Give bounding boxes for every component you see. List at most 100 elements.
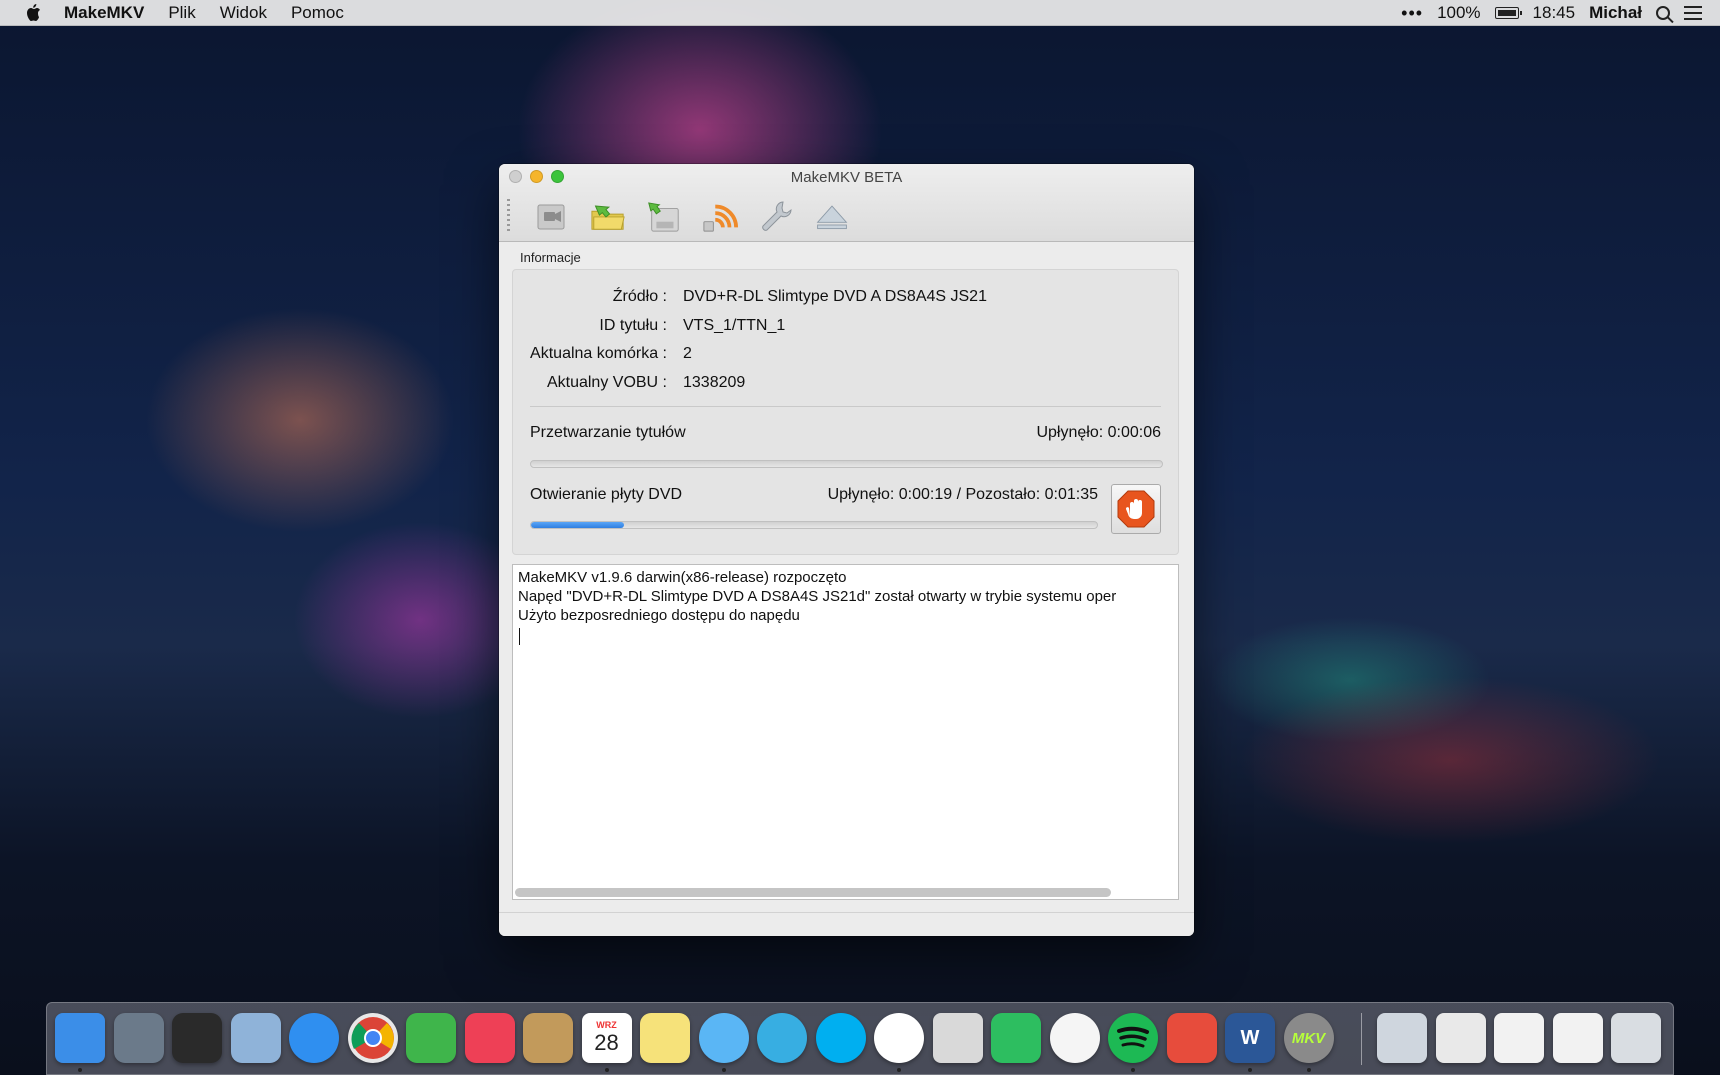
dock-screenshots-stack-icon[interactable] xyxy=(1552,1013,1603,1063)
menu-plik[interactable]: Plik xyxy=(168,3,195,23)
dock-running-indicator xyxy=(604,1068,609,1072)
dock-photo-booth-icon[interactable] xyxy=(172,1013,222,1063)
dock-finder-icon[interactable] xyxy=(55,1013,105,1063)
info-value-vobu: 1338209 xyxy=(683,374,746,391)
disc-progress-fill xyxy=(531,522,625,528)
stop-button[interactable] xyxy=(1111,484,1161,534)
log-line: MakeMKV v1.9.6 darwin(x86-release) rozpo… xyxy=(518,569,847,586)
apple-menu-icon[interactable] xyxy=(22,2,44,24)
dock-makemkv-icon[interactable]: MKV xyxy=(1283,1013,1334,1063)
more-status-icon[interactable]: ••• xyxy=(1401,3,1423,24)
dock-running-indicator xyxy=(1306,1068,1311,1072)
folder-arrow-icon xyxy=(591,205,625,230)
dock-running-indicator xyxy=(897,1068,901,1072)
dock-contacts-icon[interactable] xyxy=(523,1013,573,1063)
toolbar-grip xyxy=(507,199,510,233)
dock-skype-icon[interactable] xyxy=(815,1013,866,1063)
dock-mail-icon[interactable] xyxy=(230,1013,281,1063)
makemkv-letters: MKV xyxy=(1291,1029,1326,1047)
dock: WRZ 28 W MKV xyxy=(46,1002,1674,1075)
dock-evernote-icon[interactable] xyxy=(991,1013,1041,1063)
calendar-day: 28 xyxy=(594,1030,619,1055)
title-progress-time: Upłynęło: 0:00:06 xyxy=(1036,424,1161,441)
makemkv-window: MakeMKV BETA Informacje Źródło: DVD+R-D… xyxy=(499,164,1194,936)
save-button[interactable] xyxy=(646,198,682,234)
dock-word-icon[interactable]: W xyxy=(1225,1013,1275,1063)
stop-hand-icon xyxy=(1117,490,1155,528)
title-progress-label: Przetwarzanie tytułów xyxy=(530,424,686,441)
info-row-source: Źródło : DVD+R-DL Slimtype DVD A DS8A4S … xyxy=(513,288,1180,308)
dock-downloads-stack-icon[interactable] xyxy=(1494,1013,1544,1063)
spotlight-icon[interactable] xyxy=(1656,6,1670,20)
dock-preview-icon[interactable] xyxy=(932,1013,983,1063)
log-line: Napęd "DVD+R-DL Slimtype DVD A DS8A4S JS… xyxy=(518,588,1117,605)
dock-feedly-icon[interactable] xyxy=(406,1013,456,1063)
dock-notes-icon[interactable] xyxy=(640,1013,690,1063)
info-row-cell: Aktualna komórka : 2 xyxy=(513,345,1180,365)
info-row-vobu: Aktualny VOBU : 1338209 xyxy=(513,374,1180,394)
stream-button[interactable] xyxy=(702,198,738,234)
info-label-vobu: Aktualny VOBU : xyxy=(546,374,667,391)
eject-icon xyxy=(816,205,848,230)
dock-running-indicator xyxy=(78,1068,82,1072)
dock-telegram-icon[interactable] xyxy=(757,1013,807,1063)
dock-running-indicator xyxy=(1131,1068,1135,1072)
disc-progress-label: Otwieranie płyty DVD xyxy=(530,486,683,503)
dock-spotify-icon[interactable] xyxy=(1108,1013,1158,1063)
window-title: MakeMKV BETA xyxy=(790,169,903,186)
menu-bar: MakeMKV Plik Widok Pomoc ••• 100% 18:45 … xyxy=(0,0,1720,26)
info-row-title-id: ID tytułu : VTS_1/TTN_1 xyxy=(513,317,1180,337)
dock-safari-icon[interactable] xyxy=(289,1013,339,1063)
dock-launchpad-icon[interactable] xyxy=(113,1013,164,1063)
dock-messenger-icon[interactable] xyxy=(874,1013,924,1063)
notification-center-icon[interactable] xyxy=(1684,6,1702,20)
text-caret xyxy=(519,628,520,645)
dock-calendar-icon[interactable]: WRZ 28 xyxy=(581,1013,632,1063)
calendar-month: WRZ xyxy=(596,1020,617,1030)
horizontal-scrollbar[interactable] xyxy=(515,888,1111,897)
dock-messages-icon[interactable] xyxy=(698,1013,749,1063)
battery-icon[interactable] xyxy=(1494,7,1522,19)
log-output[interactable]: MakeMKV v1.9.6 darwin(x86-release) rozpo… xyxy=(512,564,1179,900)
title-progress-bar xyxy=(530,460,1163,468)
disc-progress-bar xyxy=(530,521,1098,529)
dock-separator xyxy=(1361,1013,1362,1065)
dock-running-indicator xyxy=(721,1068,726,1072)
dock-transmit-icon[interactable] xyxy=(1166,1013,1217,1063)
info-value-source: DVD+R-DL Slimtype DVD A DS8A4S JS21 xyxy=(683,288,987,305)
info-label-source: Źródło : xyxy=(612,288,667,305)
window-bottom-bar xyxy=(499,912,1194,936)
disc-progress-time: Upłynęło: 0:00:19 / Pozostało: 0:01:35 xyxy=(827,486,1098,503)
open-disc-button[interactable] xyxy=(590,198,626,234)
dock-running-indicator xyxy=(1248,1068,1252,1072)
menu-pomoc[interactable]: Pomoc xyxy=(291,3,344,23)
user-name[interactable]: Michał xyxy=(1589,3,1642,23)
info-section-label: Informacje xyxy=(520,250,581,265)
title-bar: MakeMKV BETA xyxy=(499,164,1194,242)
eject-button[interactable] xyxy=(814,198,850,234)
dock-itunes-icon[interactable] xyxy=(1049,1013,1100,1063)
dock-documents-stack-icon[interactable] xyxy=(1435,1013,1486,1063)
toolbar xyxy=(507,198,850,234)
dock-chrome-icon[interactable] xyxy=(347,1013,398,1063)
settings-button[interactable] xyxy=(758,198,794,234)
info-divider xyxy=(530,406,1161,407)
word-letter: W xyxy=(1240,1026,1260,1049)
dock-folder-icon[interactable] xyxy=(1377,1013,1427,1063)
battery-percent[interactable]: 100% xyxy=(1437,3,1480,23)
wrench-icon xyxy=(762,201,792,231)
video-camera-icon xyxy=(537,204,565,230)
info-value-cell: 2 xyxy=(683,345,692,362)
dock-trash-icon[interactable] xyxy=(1611,1013,1661,1063)
log-line: Użyto bezposredniego dostępu do napędu xyxy=(518,607,800,624)
open-files-button[interactable] xyxy=(534,198,570,234)
dock-pocket-icon[interactable] xyxy=(464,1013,515,1063)
info-label-cell: Aktualna komórka : xyxy=(530,345,667,362)
clock[interactable]: 18:45 xyxy=(1533,3,1576,23)
info-label-title-id: ID tytułu : xyxy=(599,317,667,334)
menu-app-name[interactable]: MakeMKV xyxy=(64,3,144,23)
menu-widok[interactable]: Widok xyxy=(220,3,267,23)
rss-stream-icon xyxy=(703,204,738,232)
save-disk-icon xyxy=(648,202,679,232)
info-value-title-id: VTS_1/TTN_1 xyxy=(683,317,786,334)
